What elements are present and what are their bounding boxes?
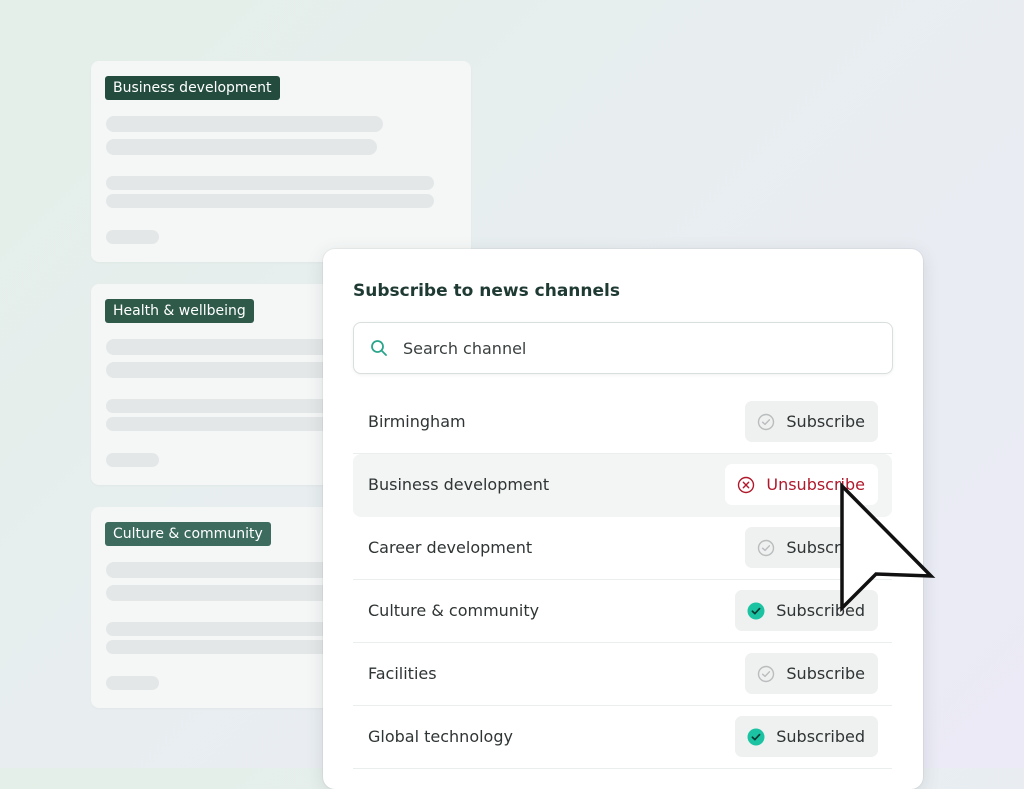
- channel-name: Facilities: [368, 664, 437, 683]
- button-label: Subscribed: [776, 727, 865, 746]
- x-circle-icon: [738, 476, 755, 493]
- button-label: Subscribe: [786, 412, 865, 431]
- channel-name: Career development: [368, 538, 533, 557]
- channel-row: Business development Unsubscribe: [353, 454, 892, 517]
- panel-title: Subscribe to news channels: [353, 281, 620, 301]
- button-label: Subscribe: [786, 664, 865, 683]
- channel-name: Culture & community: [368, 601, 540, 620]
- subscribe-button[interactable]: Subscribe: [745, 401, 878, 442]
- skeleton-line: [106, 176, 434, 190]
- search-input[interactable]: [403, 323, 873, 373]
- channel-tag: Business development: [105, 76, 280, 100]
- check-circle-filled-icon: [747, 728, 765, 745]
- search-box[interactable]: [353, 322, 893, 374]
- channel-list: Birmingham Subscribe Business developmen…: [353, 391, 892, 769]
- channel-row: Culture & community Subscribed: [353, 580, 892, 643]
- skeleton-line: [106, 116, 383, 132]
- check-circle-outline-icon: [758, 413, 775, 430]
- channel-name: Business development: [368, 475, 550, 494]
- channel-name: Global technology: [368, 727, 513, 746]
- check-circle-filled-icon: [747, 602, 765, 619]
- skeleton-line: [106, 194, 434, 208]
- skeleton-line: [106, 230, 159, 244]
- subscribe-panel: Subscribe to news channels Birmingham Su…: [323, 249, 923, 789]
- check-circle-outline-icon: [758, 665, 775, 682]
- background-card-business-development: Business development: [91, 61, 471, 262]
- check-circle-outline-icon: [758, 539, 775, 556]
- channel-tag: Health & wellbeing: [105, 299, 254, 323]
- skeleton-line: [106, 139, 377, 155]
- search-icon: [371, 340, 387, 356]
- mouse-pointer-icon: [840, 482, 936, 613]
- subscribed-button[interactable]: Subscribed: [735, 716, 878, 757]
- channel-row: Facilities Subscribe: [353, 643, 892, 706]
- channel-row: Global technology Subscribed: [353, 706, 892, 769]
- channel-row: Career development Subscribe: [353, 517, 892, 580]
- skeleton-line: [106, 676, 159, 690]
- channel-tag: Culture & community: [105, 522, 271, 546]
- channel-row: Birmingham Subscribe: [353, 391, 892, 454]
- channel-name: Birmingham: [368, 412, 466, 431]
- skeleton-line: [106, 453, 159, 467]
- subscribe-button[interactable]: Subscribe: [745, 653, 878, 694]
